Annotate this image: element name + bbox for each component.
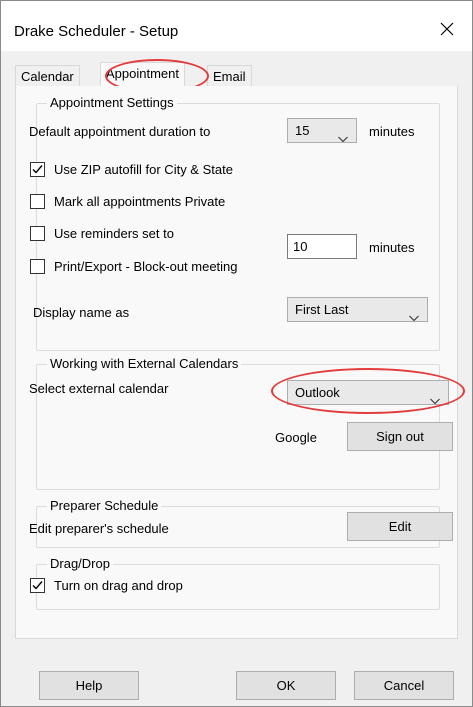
mark-private-checkbox[interactable] [30, 194, 45, 209]
external-calendar-select[interactable]: Outlook [287, 380, 449, 405]
reminders-checkbox[interactable] [30, 226, 45, 241]
ok-button[interactable]: OK [236, 671, 336, 700]
preparer-schedule-group: Preparer Schedule Edit preparer's schedu… [29, 498, 453, 548]
display-name-label: Display name as [33, 305, 130, 320]
external-calendar-value: Outlook [295, 385, 340, 400]
drag-drop-legend: Drag/Drop [47, 556, 113, 571]
duration-value: 15 [295, 123, 310, 138]
chevron-down-icon [338, 127, 348, 150]
edit-preparer-schedule-label: Edit preparer's schedule [29, 521, 169, 536]
print-export-checkbox[interactable] [30, 259, 45, 274]
zip-autofill-checkbox[interactable] [30, 162, 45, 177]
zip-autofill-label: Use ZIP autofill for City & State [54, 162, 233, 177]
help-button[interactable]: Help [39, 671, 139, 700]
tab-email[interactable]: Email [207, 65, 252, 88]
reminders-minutes-input[interactable]: 10 [287, 234, 357, 259]
appointment-settings-group: Appointment Settings Default appointment… [29, 95, 440, 351]
display-name-select[interactable]: First Last [287, 297, 428, 322]
checkmark-icon [32, 581, 43, 590]
chevron-down-icon [409, 306, 419, 329]
checkmark-icon [32, 165, 43, 174]
print-export-label: Print/Export - Block-out meeting [54, 259, 238, 274]
tab-calendar[interactable]: Calendar [15, 65, 80, 88]
drag-drop-checkbox[interactable] [30, 578, 45, 593]
reminders-value: 10 [293, 239, 308, 254]
tab-appointment-label: Appointment [106, 66, 179, 81]
title-bar: Drake Scheduler - Setup [1, 1, 472, 51]
external-calendars-group: Working with External Calendars Select e… [29, 356, 453, 490]
close-icon[interactable] [439, 19, 455, 41]
duration-unit: minutes [369, 124, 415, 139]
display-name-value: First Last [295, 302, 349, 317]
drag-drop-group: Drag/Drop Turn on drag and drop [30, 556, 440, 610]
appointment-tab-panel: Appointment Settings Default appointment… [15, 86, 465, 639]
select-external-calendar-label: Select external calendar [29, 381, 169, 396]
window-title: Drake Scheduler - Setup [14, 23, 179, 40]
reminders-label: Use reminders set to [54, 226, 174, 241]
tab-calendar-label: Calendar [21, 69, 74, 84]
setup-dialog: Drake Scheduler - Setup Calendar Appoint… [0, 0, 473, 707]
reminders-unit: minutes [369, 240, 415, 255]
tab-email-label: Email [213, 69, 246, 84]
cancel-button[interactable]: Cancel [354, 671, 454, 700]
chevron-down-icon [430, 389, 440, 412]
google-label: Google [275, 430, 317, 445]
duration-label: Default appointment duration to [29, 124, 211, 139]
preparer-schedule-legend: Preparer Schedule [47, 498, 162, 513]
tab-appointment[interactable]: Appointment [100, 62, 185, 89]
drag-drop-label: Turn on drag and drop [54, 578, 183, 593]
external-calendars-legend: Working with External Calendars [47, 356, 242, 371]
duration-select[interactable]: 15 [287, 118, 357, 143]
appointment-settings-legend: Appointment Settings [47, 95, 177, 110]
edit-schedule-button[interactable]: Edit [347, 512, 453, 541]
mark-private-label: Mark all appointments Private [54, 194, 226, 209]
sign-out-button[interactable]: Sign out [347, 422, 453, 451]
